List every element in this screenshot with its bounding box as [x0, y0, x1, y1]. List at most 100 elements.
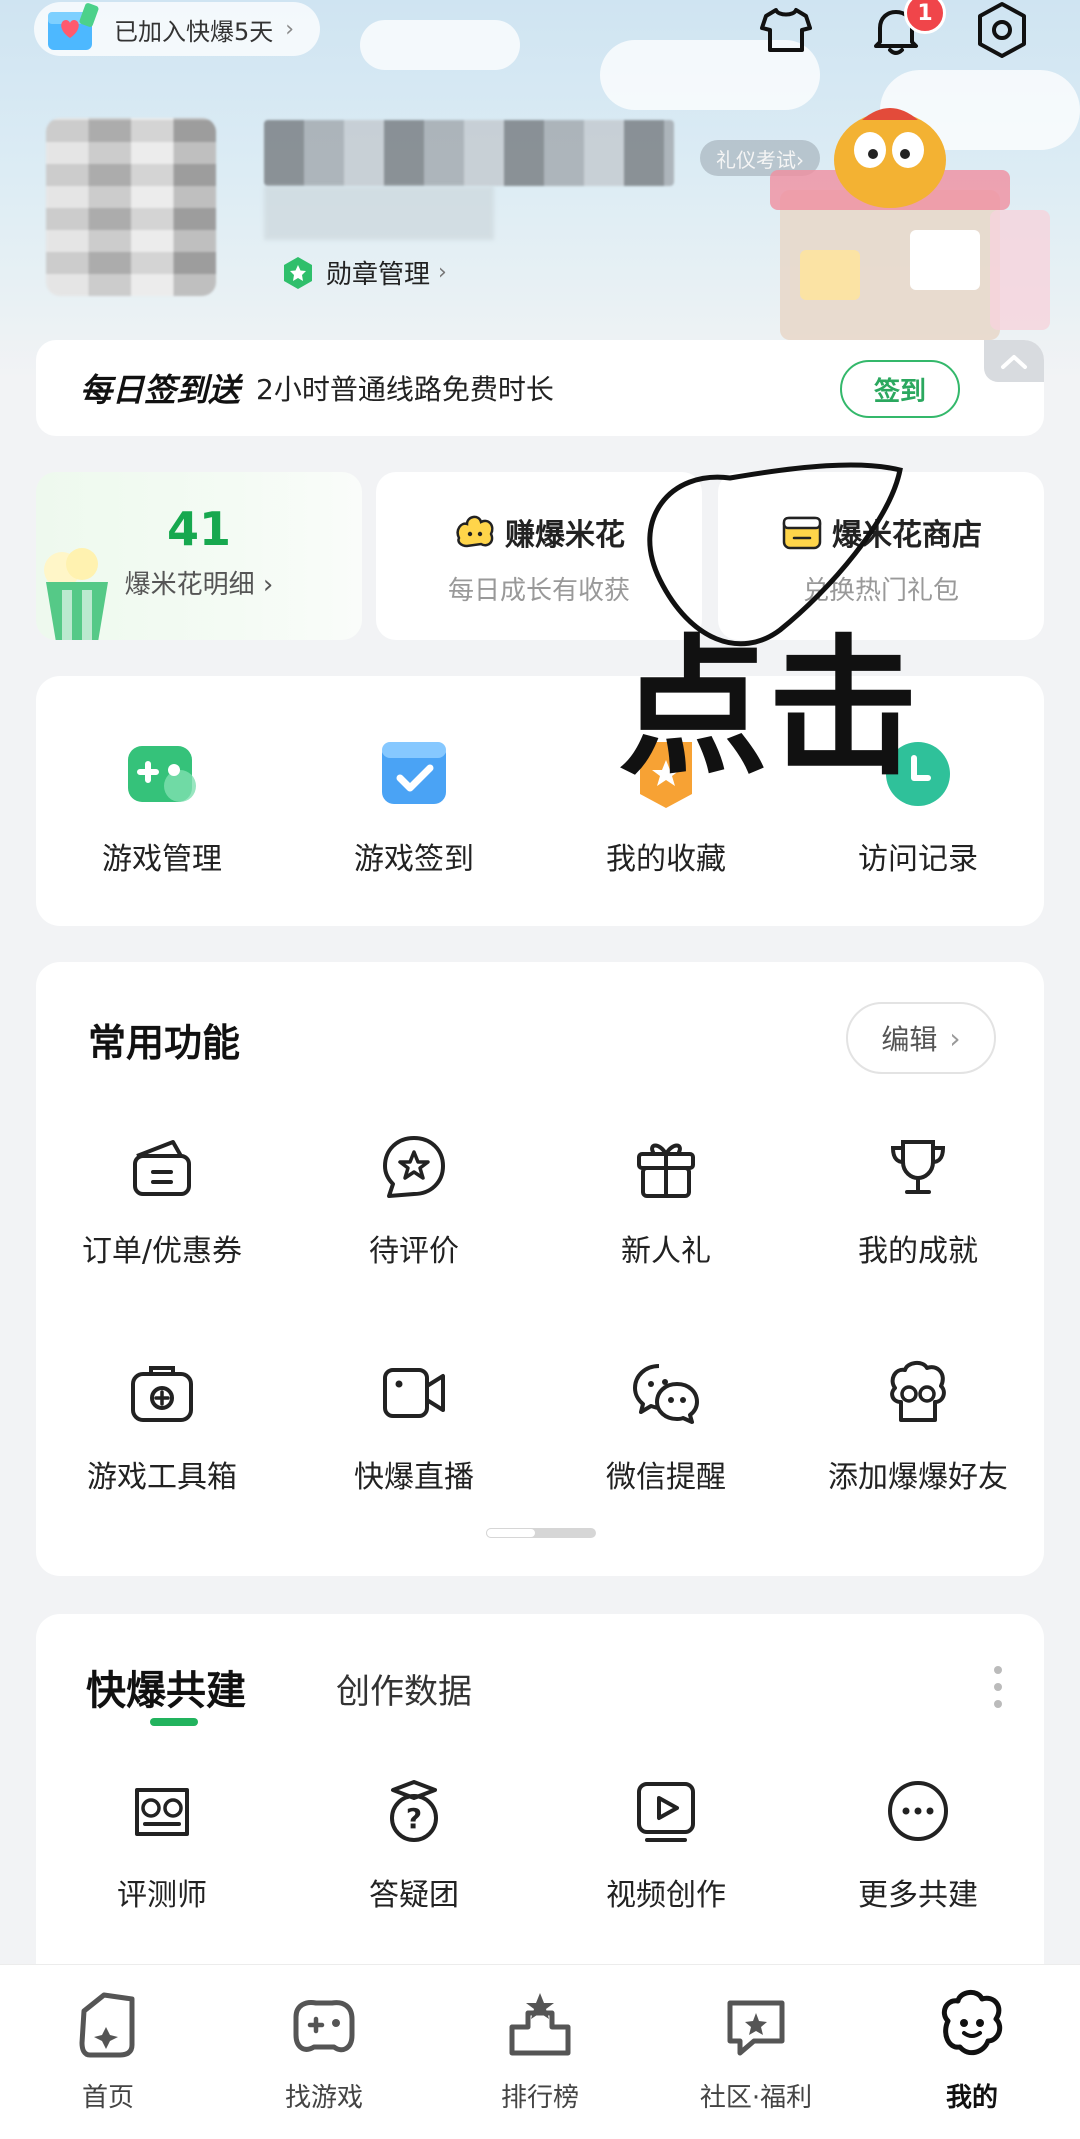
earn-popcorn-title: 赚爆米花 — [505, 518, 625, 553]
live-stream-item[interactable]: 快爆直播 — [288, 1358, 540, 1496]
visit-history-item[interactable]: 访问记录 — [792, 732, 1044, 878]
nav-home-label: 首页 — [81, 2083, 134, 2113]
common-functions-panel: 常用功能 编辑 › 订单/优惠券 待评价 新人礼 我的成就 游戏工具箱 快爆直播… — [36, 962, 1044, 1576]
wallet-icon — [133, 1140, 191, 1196]
chevron-up-icon — [1001, 355, 1027, 369]
live-stream-label: 快爆直播 — [354, 1460, 474, 1495]
medal-icon — [284, 256, 312, 289]
mascot-icon — [890, 1361, 946, 1422]
qa-team-item[interactable]: ? 答疑团 — [288, 1776, 540, 1914]
joined-days-pill[interactable]: 已加入快爆5天 › — [34, 2, 321, 56]
active-tab-indicator — [150, 1718, 198, 1726]
chevron-right-icon: › — [438, 260, 447, 285]
game-signin-item[interactable]: 游戏签到 — [288, 732, 540, 878]
star-bubble-icon — [383, 1136, 445, 1198]
more-vertical-icon[interactable] — [988, 1664, 1008, 1710]
nickname-blurred-shadow — [264, 186, 494, 240]
add-baobao-friend-label: 添加爆爆好友 — [828, 1460, 1008, 1495]
find-game-icon — [293, 2000, 355, 2053]
wechat-icon — [633, 1364, 699, 1424]
popcorn-shop-card[interactable]: 爆米花商店 兑换热门礼包 — [718, 472, 1044, 640]
chevron-right-icon: › — [254, 570, 274, 600]
clock-icon — [886, 742, 950, 806]
ranking-icon — [509, 1993, 571, 2056]
edit-button[interactable]: 编辑 › — [846, 1002, 996, 1074]
tab-creation-data[interactable]: 创作数据 — [336, 1664, 472, 1713]
nav-ranking-label: 排行榜 — [500, 2083, 579, 2113]
game-management-label: 游戏管理 — [102, 842, 222, 877]
nav-community[interactable]: 社区·福利 — [648, 1987, 864, 2114]
home-icon — [79, 1992, 135, 2058]
newbie-gift-label: 新人礼 — [621, 1234, 711, 1269]
more-cobuild-item[interactable]: 更多共建 — [792, 1776, 1044, 1914]
game-management-item[interactable]: 游戏管理 — [36, 732, 288, 878]
reviewer-item[interactable]: 评测师 — [36, 1776, 288, 1914]
nav-profile[interactable]: 我的 — [864, 1987, 1080, 2114]
quick-access-panel: 游戏管理 游戏签到 我的收藏 访问记录 — [36, 676, 1044, 926]
owl-reviewer-icon — [135, 1788, 189, 1836]
profile-page: 已加入快爆5天 › 1 礼仪考试› 勋章管理 › 每日签到送 2小时普通线路免费… — [0, 0, 1080, 2139]
pending-review-item[interactable]: 待评价 — [288, 1132, 540, 1270]
cobuild-panel: 快爆共建 创作数据 评测师 ? 答疑团 视频创作 更多共建 — [36, 1614, 1044, 1994]
settings-icon[interactable] — [972, 0, 1032, 60]
community-icon — [727, 2000, 785, 2056]
medal-management-link[interactable]: 勋章管理 › — [280, 254, 447, 291]
wechat-reminder-item[interactable]: 微信提醒 — [540, 1358, 792, 1496]
video-creation-item[interactable]: 视频创作 — [540, 1776, 792, 1914]
qa-team-label: 答疑团 — [369, 1878, 459, 1913]
visit-history-label: 访问记录 — [858, 842, 978, 877]
toolbox-icon — [131, 1366, 193, 1422]
popcorn-shop-title: 爆米花商店 — [832, 518, 982, 553]
video-camera-icon — [383, 1368, 445, 1418]
tab-cobuild[interactable]: 快爆共建 — [86, 1658, 246, 1716]
pending-review-label: 待评价 — [369, 1234, 459, 1269]
my-favorites-item[interactable]: 我的收藏 — [540, 732, 792, 878]
game-toolbox-item[interactable]: 游戏工具箱 — [36, 1358, 288, 1496]
shop-icon — [782, 516, 822, 550]
gift-bag-icon — [48, 3, 99, 50]
nav-community-label: 社区·福利 — [699, 2083, 813, 2113]
outfit-icon[interactable] — [756, 0, 816, 60]
more-cobuild-label: 更多共建 — [858, 1878, 978, 1913]
mascot-popcorn-stand-icon — [770, 108, 1050, 340]
nickname-blurred — [264, 120, 674, 186]
video-creation-label: 视频创作 — [606, 1878, 726, 1913]
gamepad-icon — [128, 746, 196, 802]
chevron-right-icon: › — [285, 16, 295, 42]
reviewer-label: 评测师 — [117, 1878, 207, 1913]
earn-popcorn-card[interactable]: 赚爆米花 每日成长有收获 — [376, 472, 702, 640]
orders-coupons-label: 订单/优惠券 — [81, 1234, 243, 1269]
game-signin-label: 游戏签到 — [354, 842, 474, 877]
nav-find-game-label: 找游戏 — [284, 2083, 363, 2113]
collapse-button[interactable] — [984, 340, 1044, 382]
joined-days-text: 已加入快爆5天 — [114, 17, 274, 46]
edit-label: 编辑 — [881, 1023, 938, 1056]
avatar[interactable] — [46, 118, 216, 296]
popcorn-shop-subtitle: 兑换热门礼包 — [802, 576, 959, 606]
page-indicator — [486, 1528, 596, 1538]
common-functions-title: 常用功能 — [88, 1021, 241, 1065]
daily-signin-bar: 每日签到送 2小时普通线路免费时长 签到 — [36, 340, 1044, 436]
star-bookmark-icon — [640, 742, 692, 808]
popcorn-face-icon — [456, 515, 494, 548]
more-icon — [888, 1781, 948, 1841]
nav-ranking[interactable]: 排行榜 — [432, 1987, 648, 2114]
signin-button[interactable]: 签到 — [840, 360, 960, 418]
profile-icon — [941, 1990, 1003, 2056]
popcorn-balance-card[interactable]: 41 爆米花明细 › — [36, 472, 362, 640]
signin-description: 2小时普通线路免费时长 — [256, 373, 554, 406]
calendar-check-icon — [382, 742, 446, 804]
trophy-icon — [890, 1140, 946, 1194]
nav-home[interactable]: 首页 — [0, 1987, 216, 2114]
my-achievements-item[interactable]: 我的成就 — [792, 1132, 1044, 1270]
newbie-gift-item[interactable]: 新人礼 — [540, 1132, 792, 1270]
popcorn-detail-label: 爆米花明细 — [124, 570, 255, 600]
popcorn-bucket-icon — [44, 548, 108, 640]
orders-coupons-item[interactable]: 订单/优惠券 — [36, 1132, 288, 1270]
nav-find-game[interactable]: 找游戏 — [216, 1987, 432, 2114]
game-toolbox-label: 游戏工具箱 — [87, 1460, 237, 1495]
add-baobao-friend-item[interactable]: 添加爆爆好友 — [792, 1358, 1044, 1496]
my-favorites-label: 我的收藏 — [606, 842, 726, 877]
earn-popcorn-subtitle: 每日成长有收获 — [447, 576, 630, 606]
signin-title: 每日签到送 — [80, 371, 241, 409]
